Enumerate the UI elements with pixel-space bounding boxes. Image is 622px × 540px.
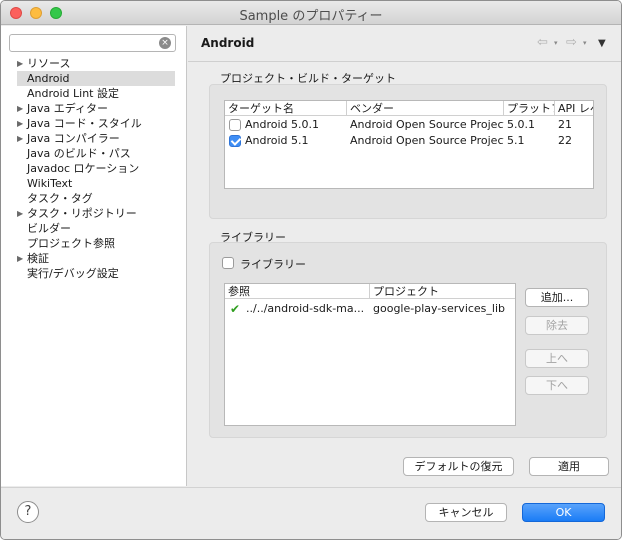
- tree-item-label: Java のビルド・パス: [27, 147, 131, 160]
- target-name-cell: Android 5.1: [245, 134, 309, 147]
- tree-item-label: ビルダー: [27, 222, 71, 235]
- column-header-target-name[interactable]: ターゲット名: [225, 101, 347, 116]
- title-bar[interactable]: Sample のプロパティー: [1, 1, 621, 25]
- build-target-table-header: ターゲット名 ベンダー プラットフォーム API レベル: [225, 101, 593, 116]
- tree-item-label: Javadoc ロケーション: [27, 162, 140, 175]
- tree-item-label: 実行/デバッグ設定: [27, 267, 119, 280]
- back-history-dropdown-icon[interactable]: ▾: [554, 39, 558, 47]
- tree-item-label: Java コンパイラー: [27, 132, 120, 145]
- table-row[interactable]: Android 5.1 Android Open Source Project …: [225, 133, 593, 149]
- dialog-button-bar: ? キャンセル OK: [1, 487, 621, 539]
- check-mark-icon: ✔: [230, 302, 241, 316]
- page-title: Android: [201, 36, 255, 50]
- tree-item[interactable]: プロジェクト参照: [1, 236, 186, 251]
- tree-item-label: タスク・リポジトリー: [27, 207, 137, 220]
- column-header-api-level[interactable]: API レベル: [555, 101, 593, 116]
- build-target-group: ターゲット名 ベンダー プラットフォーム API レベル Android 5.0…: [209, 84, 607, 219]
- filter-input[interactable]: [9, 34, 176, 52]
- tree-item-label: WikiText: [27, 177, 73, 190]
- expand-arrow-icon[interactable]: ▶: [17, 116, 23, 131]
- cancel-button[interactable]: キャンセル: [425, 503, 507, 522]
- ok-button[interactable]: OK: [522, 503, 605, 522]
- properties-window: Sample のプロパティー × ▶ リソース Android Android Lin…: [0, 0, 622, 540]
- clear-filter-icon[interactable]: ×: [159, 37, 171, 49]
- window-title: Sample のプロパティー: [239, 9, 383, 24]
- tree-item[interactable]: Java のビルド・パス: [1, 146, 186, 161]
- add-library-button[interactable]: 追加...: [525, 288, 589, 307]
- tree-item[interactable]: Android Lint 設定: [1, 86, 186, 101]
- target-name-cell: Android 5.0.1: [245, 118, 320, 131]
- expand-arrow-icon[interactable]: ▶: [17, 101, 23, 116]
- library-table-header: 参照 プロジェクト: [225, 284, 515, 299]
- tree-item[interactable]: ▶ Java コンパイラー: [1, 131, 186, 146]
- category-tree: ▶ リソース Android Android Lint 設定 ▶ Java エディター ▶ J…: [1, 56, 186, 281]
- tree-item[interactable]: ▶ タスク・リポジトリー: [1, 206, 186, 221]
- restore-defaults-button[interactable]: デフォルトの復元: [403, 457, 514, 476]
- vendor-cell: Android Open Source Project: [350, 118, 504, 131]
- target-checkbox[interactable]: [229, 119, 241, 131]
- api-level-cell: 22: [558, 134, 572, 147]
- tree-item-label: Android Lint 設定: [27, 87, 119, 100]
- project-name-cell: google-play-services_lib: [373, 302, 506, 315]
- tree-item[interactable]: タスク・タグ: [1, 191, 186, 206]
- forward-arrow-icon[interactable]: ⇨: [566, 35, 577, 50]
- tree-item[interactable]: WikiText: [1, 176, 186, 191]
- tree-item-label: リソース: [27, 57, 71, 70]
- tree-item[interactable]: 実行/デバッグ設定: [1, 266, 186, 281]
- expand-arrow-icon[interactable]: ▶: [17, 56, 23, 71]
- table-row[interactable]: ✔ ../../android-sdk-ma... google-play-se…: [225, 301, 515, 317]
- api-level-cell: 21: [558, 118, 572, 131]
- column-header-vendor[interactable]: ベンダー: [347, 101, 504, 116]
- build-target-table[interactable]: ターゲット名 ベンダー プラットフォーム API レベル Android 5.0…: [224, 100, 594, 189]
- page-header: Android ⇦ ▾ ⇨ ▾ ▼: [188, 26, 621, 62]
- vendor-cell: Android Open Source Project: [350, 134, 504, 147]
- reference-path-cell: ../../android-sdk-ma...: [246, 302, 365, 315]
- library-group: ライブラリー 参照 プロジェクト ✔ ../../android-sdk-ma.…: [209, 242, 607, 438]
- column-header-platform[interactable]: プラットフォーム: [504, 101, 555, 116]
- is-library-checkbox[interactable]: [222, 257, 234, 269]
- table-row[interactable]: Android 5.0.1 Android Open Source Projec…: [225, 117, 593, 133]
- target-checkbox[interactable]: [229, 135, 241, 147]
- remove-library-button[interactable]: 除去: [525, 316, 589, 335]
- tree-item-label: Java コード・スタイル: [27, 117, 142, 130]
- expand-arrow-icon[interactable]: ▶: [17, 251, 23, 266]
- column-header-project[interactable]: プロジェクト: [370, 284, 515, 299]
- view-menu-icon[interactable]: ▼: [598, 38, 606, 49]
- tree-item[interactable]: ビルダー: [1, 221, 186, 236]
- tree-item[interactable]: ▶ Java コード・スタイル: [1, 116, 186, 131]
- tree-item[interactable]: ▶ 検証: [1, 251, 186, 266]
- tree-item[interactable]: ▶ リソース: [1, 56, 186, 71]
- forward-history-dropdown-icon[interactable]: ▾: [583, 39, 587, 47]
- is-library-label[interactable]: ライブラリー: [240, 256, 306, 272]
- property-page: Android ⇦ ▾ ⇨ ▾ ▼ プロジェクト・ビルド・ターゲット ターゲット…: [188, 26, 621, 486]
- tree-item-label: Android: [27, 72, 70, 85]
- platform-cell: 5.0.1: [507, 118, 535, 131]
- platform-cell: 5.1: [507, 134, 525, 147]
- tree-item-label: タスク・タグ: [27, 192, 93, 205]
- tree-item-label: 検証: [27, 252, 49, 265]
- expand-arrow-icon[interactable]: ▶: [17, 131, 23, 146]
- tree-item[interactable]: Android: [17, 71, 175, 86]
- tree-item-label: プロジェクト参照: [27, 237, 115, 250]
- move-down-button[interactable]: 下へ: [525, 376, 589, 395]
- help-icon[interactable]: ?: [17, 501, 39, 523]
- move-up-button[interactable]: 上へ: [525, 349, 589, 368]
- tree-item-label: Java エディター: [27, 102, 108, 115]
- tree-item[interactable]: ▶ Java エディター: [1, 101, 186, 116]
- apply-button[interactable]: 適用: [529, 457, 609, 476]
- back-arrow-icon[interactable]: ⇦: [537, 35, 548, 50]
- tree-item[interactable]: Javadoc ロケーション: [1, 161, 186, 176]
- column-header-reference[interactable]: 参照: [225, 284, 370, 299]
- expand-arrow-icon[interactable]: ▶: [17, 206, 23, 221]
- library-reference-table[interactable]: 参照 プロジェクト ✔ ../../android-sdk-ma... goog…: [224, 283, 516, 426]
- category-pane: × ▶ リソース Android Android Lint 設定 ▶ Java エディター…: [1, 26, 187, 486]
